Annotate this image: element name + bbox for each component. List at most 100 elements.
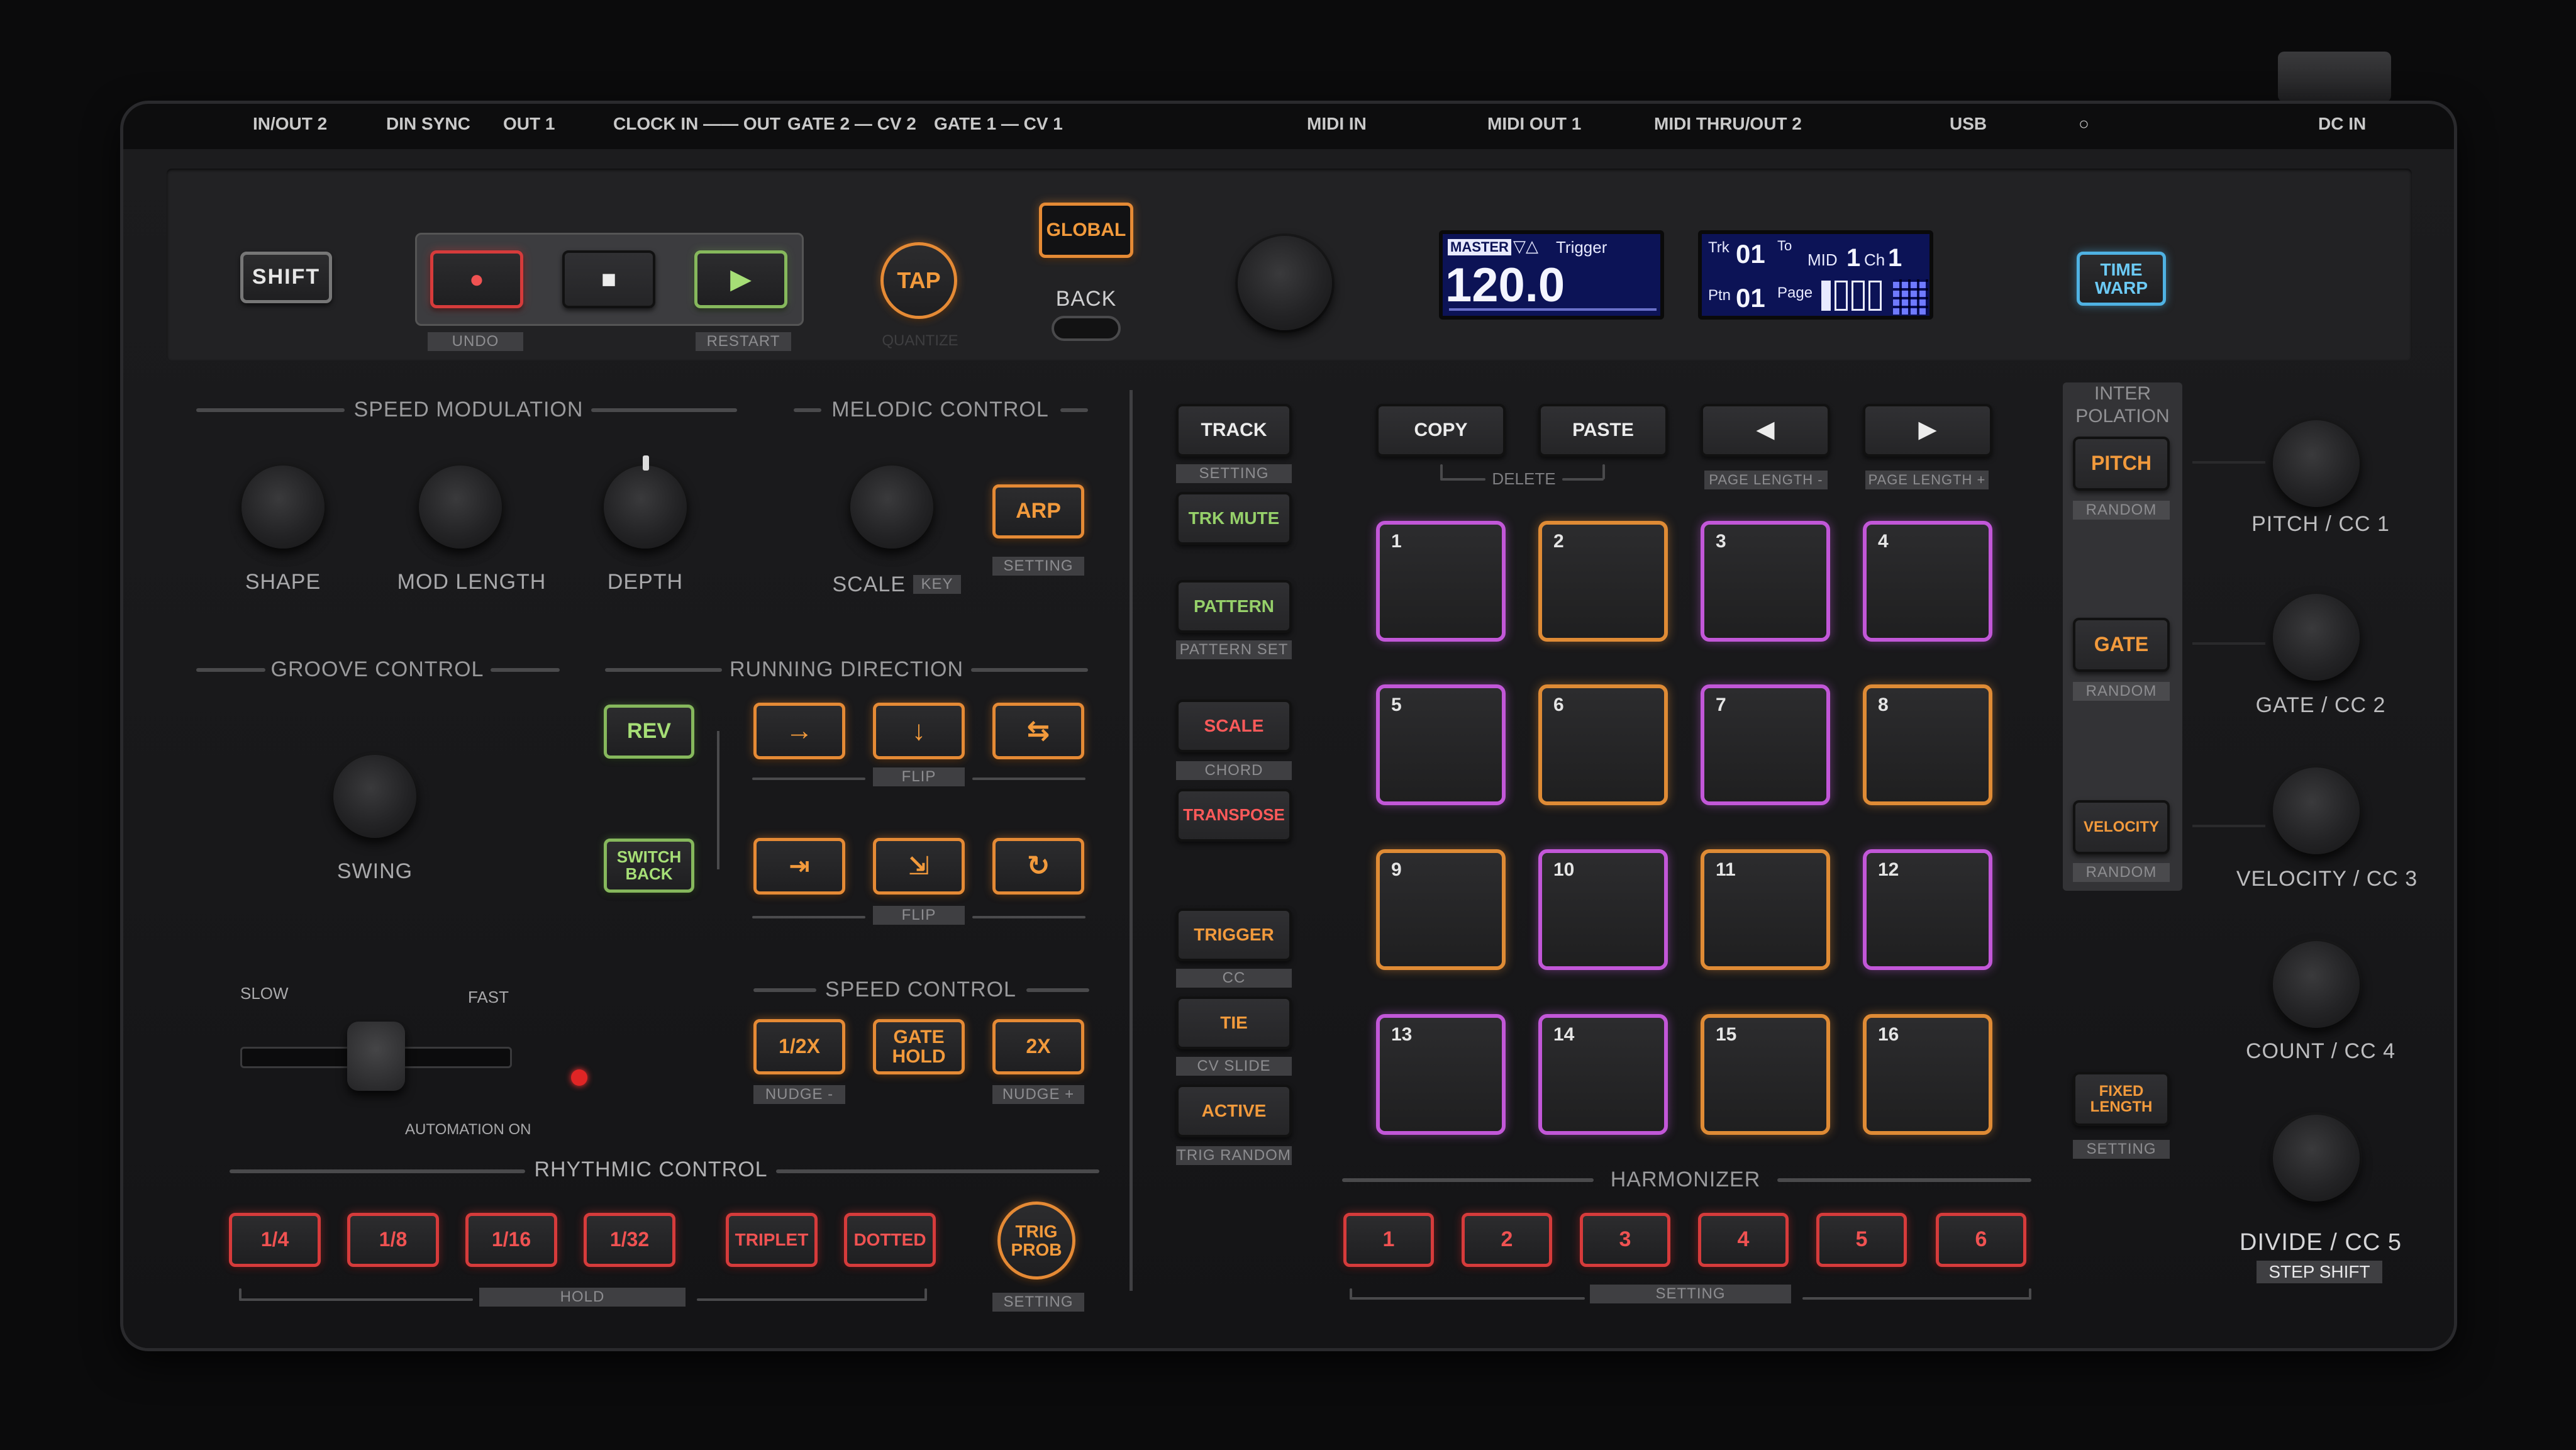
step-pad-13[interactable]: 13 [1376, 1014, 1506, 1135]
cc-label: CC [1176, 969, 1292, 988]
pad-number: 7 [1716, 694, 1726, 715]
back-button[interactable] [1052, 316, 1121, 341]
triplet-button[interactable]: TRIPLET [726, 1213, 818, 1267]
track-mute-button[interactable]: TRK MUTE [1176, 492, 1292, 545]
rhythm-thirtysecond-button[interactable]: 1/32 [584, 1213, 675, 1267]
pattern-button[interactable]: PATTERN [1176, 580, 1292, 633]
fixed-length-button[interactable]: FIXED LENGTH [2073, 1072, 2170, 1126]
page-prev-button[interactable]: ◀ [1701, 404, 1830, 457]
swing-slider-handle[interactable] [347, 1022, 405, 1091]
page-length-minus-label: PAGE LENGTH - [1704, 471, 1828, 489]
rhythm-quarter-button[interactable]: 1/4 [229, 1213, 321, 1267]
step-pad-9[interactable]: 9 [1376, 849, 1506, 970]
trigger-button[interactable]: TRIGGER [1176, 908, 1292, 961]
step-pad-5[interactable]: 5 [1376, 684, 1506, 805]
harmonizer-button-1[interactable]: 1 [1343, 1213, 1434, 1267]
running-direction-title: RUNNING DIRECTION [729, 657, 964, 681]
scale-knob[interactable] [850, 466, 933, 549]
velocity-cc3-knob[interactable] [2273, 767, 2360, 854]
rhythmic-control-title: RHYTHMIC CONTROL [534, 1157, 768, 1181]
swing-label: SWING [336, 859, 413, 883]
direction-forward-button[interactable]: → [753, 703, 845, 759]
step-pad-15[interactable]: 15 [1701, 1014, 1830, 1135]
direction-down-button[interactable]: ↓ [873, 703, 965, 759]
step-pad-6[interactable]: 6 [1538, 684, 1668, 805]
direction-pingpong-button[interactable]: ⇆ [992, 703, 1084, 759]
direction-loop-button[interactable]: ↻ [992, 838, 1084, 895]
bracket [924, 1288, 927, 1300]
dotted-button[interactable]: DOTTED [844, 1213, 936, 1267]
divider [491, 668, 560, 672]
arp-button[interactable]: ARP [992, 484, 1084, 538]
divider [1026, 988, 1089, 992]
harmonizer-button-6[interactable]: 6 [1936, 1213, 2026, 1267]
pitch-cc1-label: PITCH / CC 1 [2251, 512, 2390, 536]
harmonizer-button-5[interactable]: 5 [1816, 1213, 1907, 1267]
port-dinsync-label: DIN SYNC [386, 114, 470, 133]
global-button[interactable]: GLOBAL [1039, 203, 1133, 258]
time-warp-button[interactable]: TIME WARP [2077, 252, 2166, 306]
port-dc-in-label: DC IN [2318, 114, 2367, 133]
double-speed-button[interactable]: 2X [992, 1019, 1084, 1074]
count-cc4-knob[interactable] [2273, 941, 2360, 1028]
rhythm-sixteenth-button[interactable]: 1/16 [465, 1213, 557, 1267]
step-pad-1[interactable]: 1 [1376, 521, 1506, 642]
page-length-plus-label: PAGE LENGTH + [1865, 471, 1989, 489]
harmonizer-setting-label: SETTING [1590, 1285, 1791, 1303]
triangle-left-icon: ◀ [1756, 416, 1775, 443]
tap-button[interactable]: TAP [880, 242, 957, 319]
pitch-button[interactable]: PITCH [2073, 437, 2170, 491]
velocity-button[interactable]: VELOCITY [2073, 800, 2170, 854]
direction-random-jump-button[interactable]: ⇲ [873, 838, 965, 895]
harmonizer-button-3[interactable]: 3 [1580, 1213, 1670, 1267]
track-button[interactable]: TRACK [1176, 404, 1292, 457]
stop-button[interactable]: ■ [562, 250, 655, 308]
half-speed-button[interactable]: 1/2X [753, 1019, 845, 1074]
harmonizer-button-4[interactable]: 4 [1698, 1213, 1789, 1267]
pitch-cc1-knob[interactable] [2273, 420, 2360, 507]
active-button[interactable]: ACTIVE [1176, 1085, 1292, 1137]
flip-label: FLIP [873, 767, 965, 786]
gate-cc2-knob[interactable] [2273, 594, 2360, 681]
divide-cc5-knob[interactable] [2273, 1115, 2360, 1202]
port-strip [123, 104, 2454, 149]
direction-jump-button[interactable]: ⇥ [753, 838, 845, 895]
tie-button[interactable]: TIE [1176, 996, 1292, 1049]
trig-prob-button[interactable]: TRIG PROB [997, 1202, 1075, 1280]
step-pad-12[interactable]: 12 [1863, 849, 1992, 970]
harmonizer-button-2[interactable]: 2 [1462, 1213, 1552, 1267]
play-button[interactable]: ▶ [694, 250, 787, 308]
step-pad-2[interactable]: 2 [1538, 521, 1668, 642]
step-pad-11[interactable]: 11 [1701, 849, 1830, 970]
step-pad-8[interactable]: 8 [1863, 684, 1992, 805]
copy-button[interactable]: COPY [1376, 404, 1506, 457]
step-pad-3[interactable]: 3 [1701, 521, 1830, 642]
step-pad-4[interactable]: 4 [1863, 521, 1992, 642]
scale-button[interactable]: SCALE [1176, 700, 1292, 752]
paste-button[interactable]: PASTE [1538, 404, 1668, 457]
step-pad-14[interactable]: 14 [1538, 1014, 1668, 1135]
transpose-button[interactable]: TRANSPOSE [1176, 789, 1292, 842]
rev-button[interactable]: REV [604, 705, 694, 759]
pad-number: 5 [1391, 694, 1402, 715]
record-button[interactable]: ● [430, 250, 523, 308]
switch-back-button[interactable]: SWITCH BACK [604, 839, 694, 893]
divider [971, 668, 1088, 672]
page-next-button[interactable]: ▶ [1863, 404, 1992, 457]
mod-length-knob[interactable] [419, 466, 502, 549]
depth-knob[interactable] [604, 466, 687, 549]
rhythm-eighth-button[interactable]: 1/8 [347, 1213, 439, 1267]
pingpong-icon: ⇆ [1026, 715, 1050, 746]
gate-button[interactable]: GATE [2073, 618, 2170, 672]
step-pad-10[interactable]: 10 [1538, 849, 1668, 970]
main-encoder-knob[interactable] [1238, 236, 1332, 330]
shift-button[interactable]: SHIFT [240, 252, 332, 303]
step-pad-7[interactable]: 7 [1701, 684, 1830, 805]
shape-knob[interactable] [242, 466, 325, 549]
pad-number: 16 [1878, 1024, 1899, 1045]
swing-knob[interactable] [333, 755, 416, 838]
divider [794, 408, 821, 412]
gate-hold-button[interactable]: GATE HOLD [873, 1019, 965, 1074]
divider [1777, 1178, 2031, 1182]
step-pad-16[interactable]: 16 [1863, 1014, 1992, 1135]
